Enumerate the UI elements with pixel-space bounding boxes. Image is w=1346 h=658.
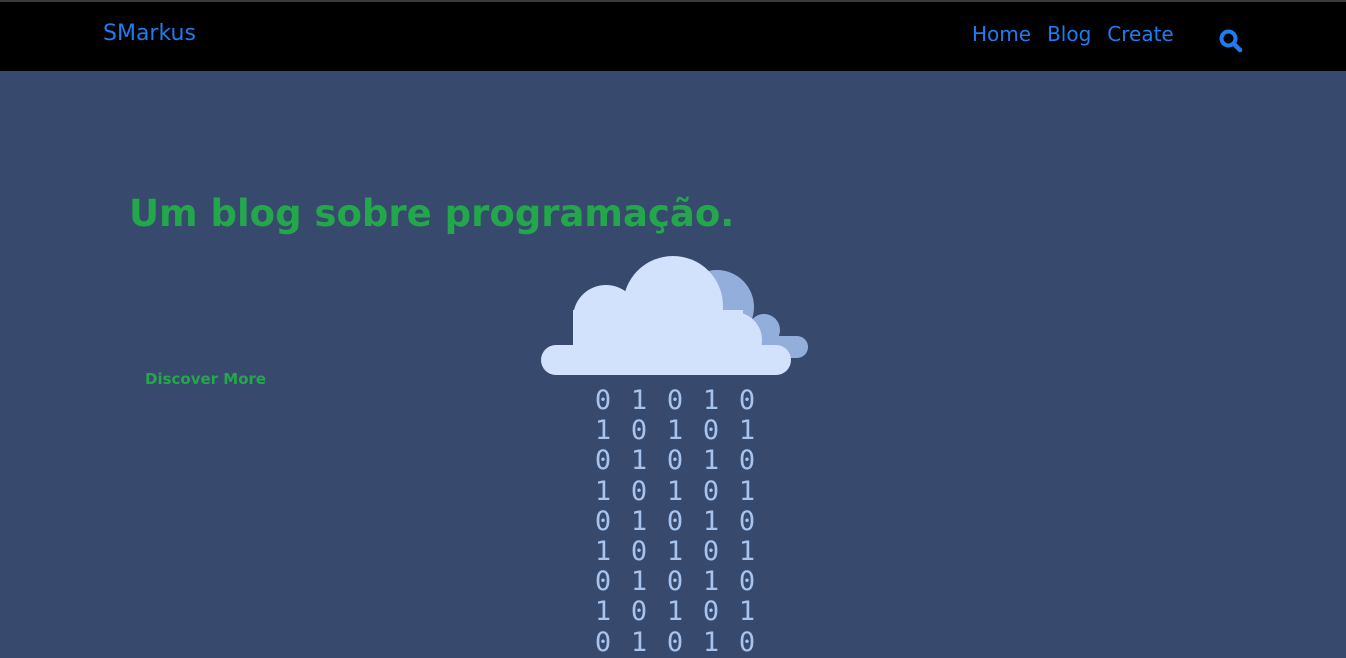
binary-digit: 1 (702, 626, 720, 658)
binary-digit: 0 (738, 505, 756, 537)
binary-digit: 1 (738, 475, 756, 507)
binary-digit: 0 (738, 385, 756, 416)
binary-digit: 1 (666, 535, 684, 567)
navbar: SMarkus Home Blog Create (0, 0, 1346, 71)
binary-digit: 0 (702, 475, 720, 507)
binary-digit: 0 (702, 535, 720, 567)
binary-digit: 0 (666, 445, 684, 477)
binary-digit: 0 (594, 445, 612, 477)
binary-digit: 0 (594, 505, 612, 537)
binary-digit: 0 (666, 385, 684, 416)
binary-digit: 0 (702, 596, 720, 628)
binary-digit: 1 (738, 596, 756, 628)
search-icon (1219, 29, 1243, 53)
binary-digit: 1 (630, 626, 648, 658)
binary-digit: 0 (738, 626, 756, 658)
binary-digit: 1 (702, 505, 720, 537)
binary-digit: 0 (630, 596, 648, 628)
binary-digit: 0 (738, 445, 756, 477)
binary-digit: 0 (666, 566, 684, 598)
binary-digit: 0 (594, 626, 612, 658)
binary-digit: 1 (630, 385, 648, 416)
cloud-icon (536, 250, 816, 384)
binary-digit: 1 (594, 596, 612, 628)
binary-digit: 1 (738, 415, 756, 447)
binary-digit: 0 (666, 505, 684, 537)
binary-digit: 1 (666, 415, 684, 447)
binary-digit: 0 (594, 385, 612, 416)
nav-link-create[interactable]: Create (1107, 22, 1173, 46)
nav-link-blog[interactable]: Blog (1047, 22, 1091, 46)
binary-digit: 0 (738, 566, 756, 598)
binary-digit: 1 (594, 535, 612, 567)
binary-digit: 1 (630, 566, 648, 598)
nav-links: Home Blog Create (972, 22, 1190, 46)
nav-link-home[interactable]: Home (972, 22, 1031, 46)
binary-digit: 1 (702, 445, 720, 477)
binary-digit: 0 (666, 626, 684, 658)
hero-title: Um blog sobre programação. (129, 192, 735, 235)
binary-digit: 1 (738, 535, 756, 567)
binary-digit: 1 (630, 505, 648, 537)
binary-digit: 1 (594, 475, 612, 507)
binary-digit: 1 (702, 385, 720, 416)
binary-digit: 1 (666, 475, 684, 507)
binary-rain: 0101010101010101010101010101010101010101… (585, 385, 765, 658)
binary-digit: 1 (666, 596, 684, 628)
search-button[interactable] (1218, 28, 1244, 54)
binary-digit: 0 (702, 415, 720, 447)
binary-digit: 0 (630, 535, 648, 567)
binary-digit: 0 (630, 415, 648, 447)
binary-digit: 1 (630, 445, 648, 477)
discover-more-link[interactable]: Discover More (145, 370, 266, 388)
binary-digit: 1 (702, 566, 720, 598)
binary-digit: 1 (594, 415, 612, 447)
binary-digit: 0 (594, 566, 612, 598)
brand-link[interactable]: SMarkus (103, 21, 196, 46)
binary-digit: 0 (630, 475, 648, 507)
